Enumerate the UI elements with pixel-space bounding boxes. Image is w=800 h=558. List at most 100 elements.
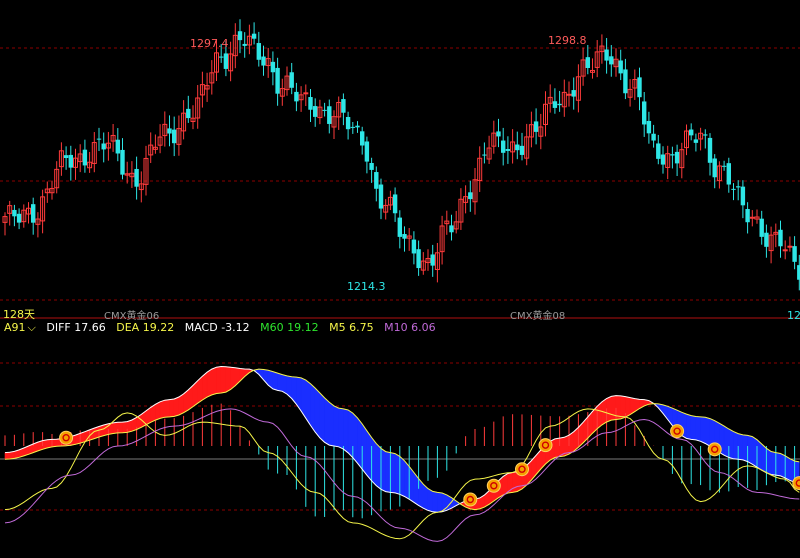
macd-band-segment: [375, 442, 382, 490]
diff-readout: DIFF 17.66: [46, 321, 106, 334]
candle-body-down: [364, 141, 370, 162]
macd-band-segment: [211, 366, 217, 396]
candle-body-down: [350, 126, 355, 128]
macd-band-segment: [352, 412, 358, 465]
candle-body-down: [571, 90, 576, 97]
candle-body-down: [96, 138, 102, 140]
candle-body-down: [501, 140, 506, 153]
candle-body-down: [707, 137, 713, 163]
macd-band-segment: [98, 424, 104, 438]
macd-band-segment: [502, 472, 509, 496]
m60-readout: M60 19.12: [260, 321, 319, 334]
macd-band-segment: [695, 416, 701, 442]
candle-body-down: [167, 128, 172, 134]
macd-band-segment: [728, 428, 734, 460]
macd-band-segment: [394, 453, 401, 495]
candle-body-down: [369, 162, 374, 170]
macd-band-segment: [314, 387, 321, 439]
candle-body-down: [778, 229, 783, 247]
candle-body-down: [251, 33, 257, 39]
macd-band-segment: [272, 371, 278, 391]
signal-marker: [670, 424, 685, 439]
candle-body-down: [289, 72, 294, 88]
candle-body-down: [392, 194, 398, 214]
macd-band-segment: [784, 455, 791, 481]
macd-band-segment: [51, 438, 58, 448]
candle-body-down: [726, 163, 731, 185]
signal-marker: [538, 438, 553, 453]
candle-body-down: [660, 154, 666, 165]
macd-band-segment: [432, 491, 438, 513]
macd-band-segment: [202, 371, 208, 401]
candle-body-down: [623, 69, 628, 94]
indicator-name[interactable]: A91 ⌵: [4, 321, 36, 334]
macd-band-segment: [169, 398, 175, 418]
macd-band-segment: [620, 395, 626, 420]
dea-readout: DEA 19.22: [116, 321, 175, 334]
candle-body-down: [402, 234, 407, 239]
macd-band-segment: [103, 423, 109, 436]
macd-band-segment: [606, 395, 612, 423]
price-low-1: 1214.3: [347, 280, 386, 293]
candle-body-down: [468, 192, 473, 200]
price-high-1: 1297.4: [190, 37, 229, 50]
signal-marker: [707, 442, 722, 457]
candle-body-down: [322, 109, 327, 111]
candle-body-down: [16, 213, 22, 223]
candle-body-down: [670, 154, 675, 156]
chevron-down-icon[interactable]: ⌵: [28, 321, 36, 334]
macd-band-segment: [704, 416, 711, 447]
macd-band-segment: [690, 415, 697, 441]
candle-body-down: [261, 56, 266, 66]
candle-body-down: [740, 186, 746, 206]
macd-band-segment: [662, 404, 669, 421]
macd-band-segment: [512, 471, 518, 493]
candle-body-up: [782, 249, 788, 252]
candle-body-down: [604, 49, 609, 61]
candle-body-up: [787, 245, 793, 248]
candle-body-down: [12, 209, 17, 217]
signal-marker: [59, 430, 74, 445]
candle-body-down: [646, 120, 652, 134]
candle-body-down: [31, 204, 36, 223]
candle-body-down: [519, 145, 525, 155]
macd-band-segment: [371, 436, 377, 487]
macd-band-segment: [357, 417, 363, 471]
macd-band-segment: [117, 421, 123, 434]
candle-body-down: [360, 131, 365, 146]
macd-band-segment: [164, 399, 170, 418]
signal-marker: [486, 478, 501, 493]
candle-body-down: [327, 106, 332, 124]
candle-body-up: [749, 216, 755, 219]
candle-body-down: [674, 151, 680, 164]
signal-marker: [463, 492, 478, 507]
macd-band-segment: [366, 429, 372, 482]
candle-body-down: [63, 155, 69, 159]
indicator-legend: A91 ⌵ DIFF 17.66 DEA 19.22 MACD -3.12 M60…: [4, 321, 443, 335]
candle-body-down: [642, 101, 647, 125]
macd-band-segment: [404, 460, 410, 500]
candle-body-down: [618, 60, 623, 74]
macd-band-segment: [112, 422, 119, 434]
candle-body-down: [731, 188, 736, 190]
candle-body-down: [397, 217, 402, 237]
macd-band-segment: [723, 425, 730, 458]
macd-band-segment: [686, 413, 692, 440]
macd-band-segment: [333, 405, 340, 448]
candle-body-down: [736, 186, 741, 188]
macd-band-segment: [399, 455, 405, 497]
signal-marker: [515, 462, 529, 477]
candle-body-down: [115, 139, 120, 154]
candle-body-down: [703, 134, 708, 136]
macd-band-segment: [206, 368, 213, 398]
candle-body-down: [378, 184, 384, 209]
candle-body-down: [609, 56, 614, 65]
macd-band-segment: [780, 453, 786, 479]
macd-band-segment: [220, 366, 227, 394]
candle-body-down: [120, 149, 125, 175]
macd-band-segment: [159, 399, 166, 419]
candle-body-down: [533, 121, 539, 132]
macd-band-segment: [733, 431, 739, 460]
macd-band-segment: [751, 435, 758, 468]
macd-band-segment: [390, 452, 396, 494]
